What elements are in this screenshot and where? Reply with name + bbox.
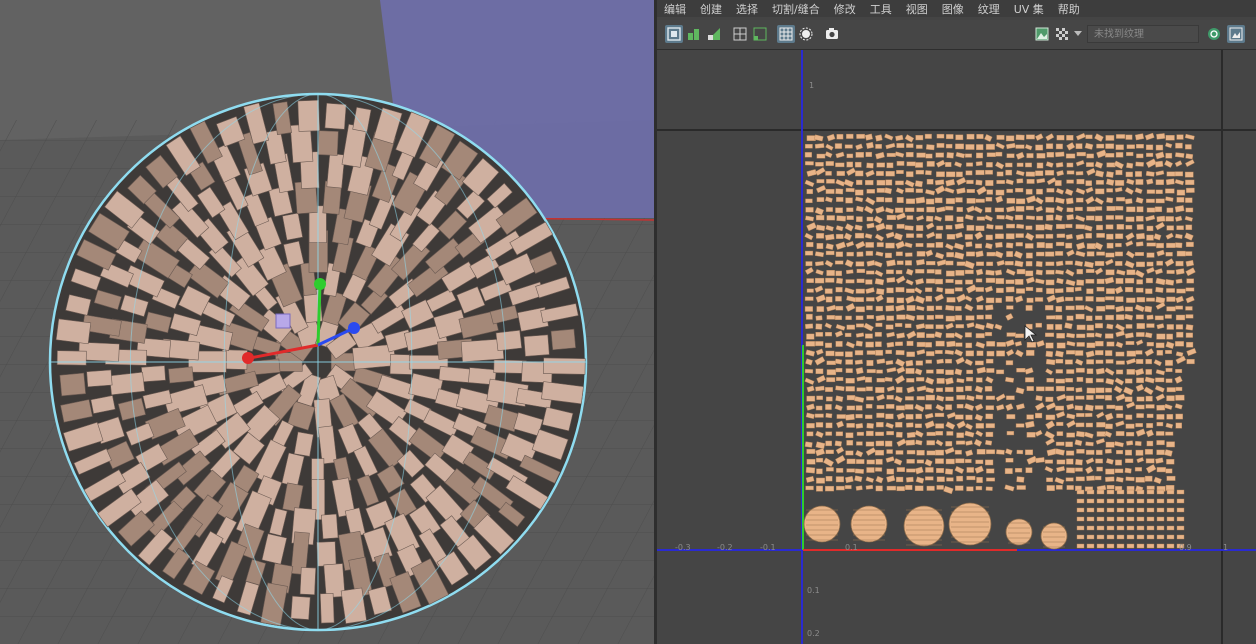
texture-select[interactable]: 未找到纹理 [1087,25,1199,43]
image-icon[interactable] [1033,25,1051,43]
v-label-0-1: 0.1 [807,586,820,595]
menu-select[interactable]: 选择 [729,1,765,17]
sphere-model[interactable] [48,92,588,632]
uv-toolbar: 未找到纹理 [657,20,1256,50]
shaded-uv-icon[interactable] [685,25,703,43]
uv-canvas[interactable]: 1 0.1 0.2 -0.3 -0.2 -0.1 0.1 0.9 1 [657,50,1256,644]
uv-editor-panel: 编辑 创建 选择 切割/缝合 修改 工具 视图 图像 纹理 UV 集 帮助 未找… [657,0,1256,644]
u-label-0-1: 0.1 [845,543,858,552]
u-label-1: 1 [1223,543,1228,552]
menu-uv-sets[interactable]: UV 集 [1007,1,1051,17]
menu-view[interactable]: 视图 [899,1,935,17]
uv-display-icon[interactable] [665,25,683,43]
menu-image[interactable]: 图像 [935,1,971,17]
manipulator-center-handle[interactable] [275,313,291,329]
manipulator-z-handle[interactable] [348,322,360,334]
menu-create[interactable]: 创建 [693,1,729,17]
settings-icon[interactable] [1227,25,1245,43]
pixel-snap-icon[interactable] [751,25,769,43]
menu-cut-sew[interactable]: 切割/缝合 [765,1,827,17]
snapshot-icon[interactable] [823,25,841,43]
uv-menu-bar: 编辑 创建 选择 切割/缝合 修改 工具 视图 图像 纹理 UV 集 帮助 [657,0,1256,17]
u-label-neg-0-2: -0.2 [717,543,733,552]
distortion-icon[interactable] [705,25,723,43]
v-label-1: 1 [809,81,814,90]
dropdown-arrow-icon[interactable] [1073,25,1083,43]
menu-textures[interactable]: 纹理 [971,1,1007,17]
checker-icon[interactable] [777,25,795,43]
3d-viewport[interactable] [0,0,654,644]
checker-icon-texture[interactable] [1053,25,1071,43]
isolate-icon[interactable] [797,25,815,43]
viewport-canvas[interactable] [0,0,654,644]
manipulator-y-handle[interactable] [314,278,326,290]
menu-help[interactable]: 帮助 [1051,1,1087,17]
u-label-neg-0-3: -0.3 [675,543,691,552]
v-label-0-2: 0.2 [807,629,820,638]
u-label-neg-0-1: -0.1 [760,543,776,552]
menu-tools[interactable]: 工具 [863,1,899,17]
grid-icon[interactable] [731,25,749,43]
menu-edit[interactable]: 编辑 [657,1,693,17]
u-label-0-9: 0.9 [1179,543,1192,552]
sync-icon[interactable] [1205,25,1223,43]
manipulator-x-handle[interactable] [242,352,254,364]
menu-modify[interactable]: 修改 [827,1,863,17]
